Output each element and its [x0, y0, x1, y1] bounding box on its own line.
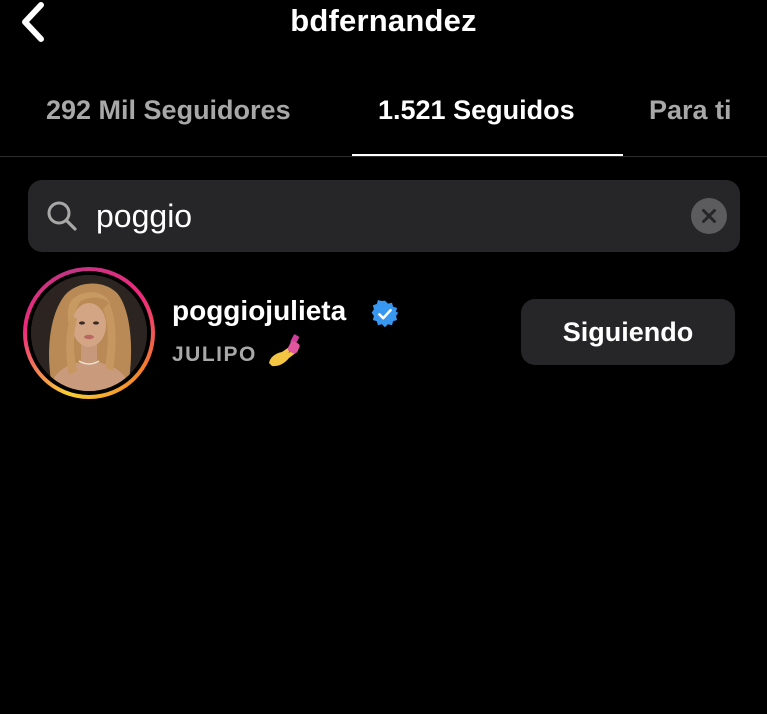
search-bar [28, 180, 740, 252]
search-input[interactable] [96, 192, 656, 240]
tab-for-you[interactable]: Para ti [649, 95, 732, 126]
tab-following[interactable]: 1.521 Seguidos [378, 95, 575, 126]
avatar[interactable] [23, 267, 155, 399]
clear-search-button[interactable] [691, 198, 727, 234]
tab-followers[interactable]: 292 Mil Seguidores [46, 95, 291, 126]
profile-photo-image [31, 275, 147, 391]
active-tab-indicator [352, 154, 623, 156]
header-bar: bdfernandez [0, 0, 767, 50]
nail-polish-emoji-icon [269, 334, 300, 367]
profile-photo [31, 275, 147, 391]
page-title: bdfernandez [290, 3, 477, 38]
list-item[interactable]: poggiojulieta JULIPO Siguiendo [0, 265, 767, 399]
full-name: JULIPO [172, 343, 257, 366]
search-icon [47, 201, 77, 231]
verified-badge-icon [371, 300, 399, 328]
tab-bar: 292 Mil Seguidores 1.521 Seguidos Para t… [0, 82, 767, 157]
clear-icon [702, 209, 716, 223]
username[interactable]: poggiojulieta [172, 295, 346, 327]
following-button[interactable]: Siguiendo [521, 299, 735, 365]
